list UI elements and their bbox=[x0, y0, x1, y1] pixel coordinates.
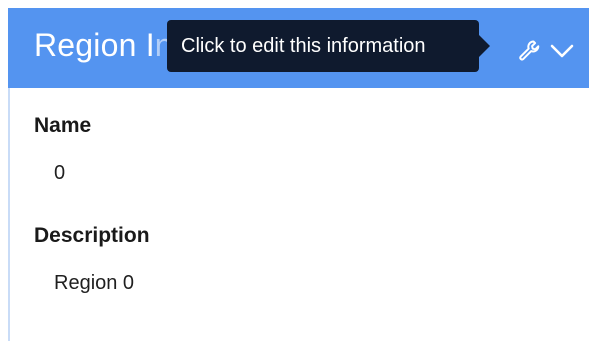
description-value: Region 0 bbox=[54, 272, 135, 294]
wrench-icon[interactable] bbox=[517, 38, 543, 64]
tooltip-arrow bbox=[478, 34, 490, 58]
name-value: 0 bbox=[54, 162, 66, 184]
edit-tooltip: Click to edit this information bbox=[167, 20, 479, 72]
header-tools bbox=[499, 30, 589, 70]
description-label: Description bbox=[34, 224, 150, 247]
chevron-down-icon[interactable] bbox=[549, 39, 575, 63]
panel-left-border bbox=[8, 88, 10, 341]
panel-title-visible: Region I bbox=[34, 27, 155, 63]
name-label: Name bbox=[34, 114, 92, 137]
